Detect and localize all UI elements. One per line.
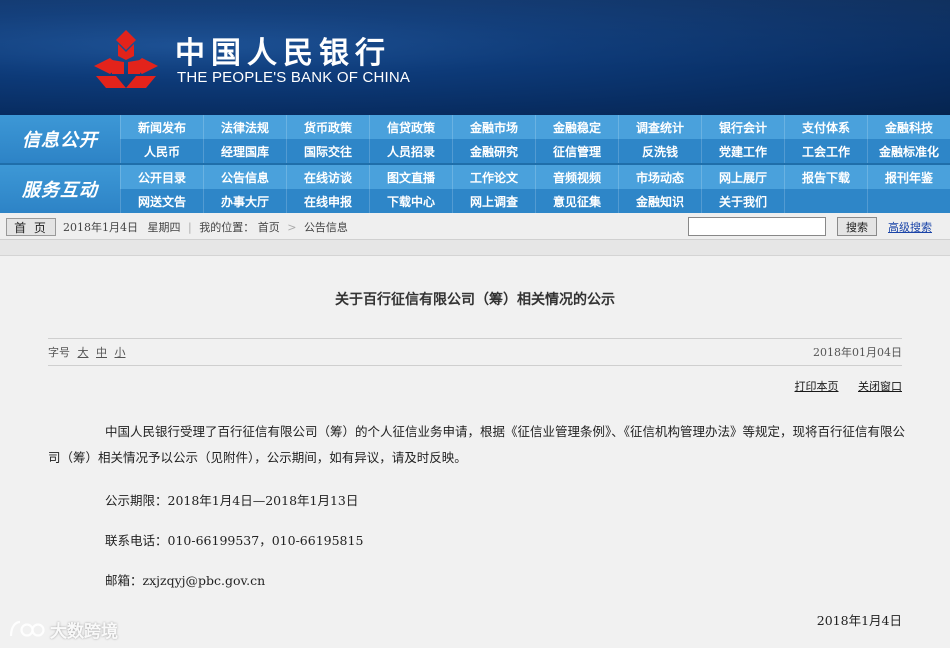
nav-section-title-service[interactable]: 服务互动 [0,165,120,213]
weekday-value: 星期四 [147,221,181,234]
breadcrumb: | 我的位置： 首页 > 公告信息 [188,219,348,235]
current-date: 2018年1月4日 星期四 [63,219,181,235]
nav-grid-info: 新闻发布 法律法规 货币政策 信贷政策 金融市场 金融稳定 调查统计 银行会计 支付体系 金融科技… [120,115,950,163]
nav-service-item-7[interactable]: 网上展厅 [701,165,784,189]
nav-service-item-18 [784,189,867,213]
nav-info-item-5[interactable]: 金融稳定 [535,115,618,139]
breadcrumb-divider: | [188,221,192,234]
nav-service-item-5[interactable]: 音频视频 [535,165,618,189]
divider-top [48,338,902,339]
nav-info-item-4[interactable]: 金融市场 [452,115,535,139]
nav-service-item-12[interactable]: 在线申报 [286,189,369,213]
nav-service-item-1[interactable]: 公告信息 [203,165,286,189]
nav-info-item-12[interactable]: 国际交往 [286,139,369,163]
article-paragraph: 中国人民银行受理了百行征信有限公司（筹）的个人征信业务申请，根据《征信业管理条例… [48,424,906,465]
nav-info-item-15[interactable]: 征信管理 [535,139,618,163]
breadcrumb-current[interactable]: 公告信息 [304,221,348,234]
brand-logo-icon [9,620,45,637]
signature-date: 2018年1月4日 [816,613,902,628]
article-actions: 打印本页 关闭窗口 [779,378,903,394]
close-window-link[interactable]: 关闭窗口 [858,380,902,393]
nav-service-item-16[interactable]: 金融知识 [618,189,701,213]
nav-grid-service: 公开目录 公告信息 在线访谈 图文直播 工作论文 音频视频 市场动态 网上展厅 报告下载 报刊年鉴… [120,165,950,213]
search-input[interactable] [688,217,826,236]
advanced-search-link[interactable]: 高级搜索 [888,219,932,235]
font-size-small[interactable]: 小 [115,346,126,359]
nav-service-item-11[interactable]: 办事大厅 [203,189,286,213]
date-value: 2018年1月4日 [63,221,138,234]
nav-service-item-14[interactable]: 网上调查 [452,189,535,213]
nav-info-item-9[interactable]: 金融科技 [867,115,950,139]
contact-email: 邮箱：zxjzqyj@pbc.gov.cn [105,573,266,588]
nav-info-item-17[interactable]: 党建工作 [701,139,784,163]
nav-info-item-2[interactable]: 货币政策 [286,115,369,139]
nav-service-item-6[interactable]: 市场动态 [618,165,701,189]
watermark-text: 大数跨境 [50,621,118,642]
nav-info-item-13[interactable]: 人员招录 [369,139,452,163]
nav-info-item-11[interactable]: 经理国库 [203,139,286,163]
nav-info-item-0[interactable]: 新闻发布 [120,115,203,139]
divider-bottom [48,365,902,366]
site-header: 中国人民银行 THE PEOPLE'S BANK OF CHINA [0,0,950,115]
breadcrumb-separator: > [287,221,297,234]
nav-info-item-7[interactable]: 银行会计 [701,115,784,139]
font-size-medium[interactable]: 中 [96,346,107,359]
nav-info-item-18[interactable]: 工会工作 [784,139,867,163]
brand-name-chinese: 中国人民银行 [175,36,391,71]
nav-service-item-8[interactable]: 报告下载 [784,165,867,189]
article-meta: 字号 大 中 小 2018年01月04日 [48,344,902,360]
publish-date: 2018年01月04日 [813,346,902,359]
nav-service-item-13[interactable]: 下载中心 [369,189,452,213]
nav-section-title-info[interactable]: 信息公开 [0,115,120,163]
page-title: 关于百行征信有限公司（筹）相关情况的公示 [335,292,615,308]
nav-service-item-0[interactable]: 公开目录 [120,165,203,189]
font-size-control: 字号 大 中 小 [48,344,126,360]
nav-info-item-3[interactable]: 信贷政策 [369,115,452,139]
nav-info-item-16[interactable]: 反洗钱 [618,139,701,163]
nav-info-item-19[interactable]: 金融标准化 [867,139,950,163]
article-content: 关于百行征信有限公司（筹）相关情况的公示 字号 大 中 小 2018年01月04… [0,255,950,648]
brand-name-english: THE PEOPLE'S BANK OF CHINA [177,69,411,86]
print-page-link[interactable]: 打印本页 [795,380,839,393]
main-navigation: 信息公开 新闻发布 法律法规 货币政策 信贷政策 金融市场 金融稳定 调查统计 银行会计 支付体… [0,115,950,213]
breadcrumb-home[interactable]: 首页 [258,221,280,234]
pboc-logo-icon[interactable] [90,30,162,92]
location-label: 我的位置： [199,221,255,234]
home-button[interactable]: 首 页 [6,218,56,236]
nav-section-info: 信息公开 新闻发布 法律法规 货币政策 信贷政策 金融市场 金融稳定 调查统计 银行会计 支付体… [0,115,950,163]
nav-info-item-14[interactable]: 金融研究 [452,139,535,163]
search-button[interactable]: 搜索 [837,217,877,236]
nav-info-item-1[interactable]: 法律法规 [203,115,286,139]
font-size-label: 字号 [48,346,70,359]
nav-service-item-2[interactable]: 在线访谈 [286,165,369,189]
nav-service-item-4[interactable]: 工作论文 [452,165,535,189]
nav-service-item-3[interactable]: 图文直播 [369,165,452,189]
nav-service-item-9[interactable]: 报刊年鉴 [867,165,950,189]
notice-period: 公示期限：2018年1月4日—2018年1月13日 [105,493,359,508]
nav-service-item-10[interactable]: 网送文告 [120,189,203,213]
nav-info-item-6[interactable]: 调查统计 [618,115,701,139]
contact-phone: 联系电话：010-66199537，010-66195815 [105,533,364,548]
nav-service-item-19 [867,189,950,213]
nav-info-item-8[interactable]: 支付体系 [784,115,867,139]
toolbar: 首 页 2018年1月4日 星期四 | 我的位置： 首页 > 公告信息 搜索 高… [0,213,950,240]
watermark: 大数跨境 [8,618,118,642]
nav-info-item-10[interactable]: 人民币 [120,139,203,163]
nav-service-item-17[interactable]: 关于我们 [701,189,784,213]
nav-section-service: 服务互动 公开目录 公告信息 在线访谈 图文直播 工作论文 音频视频 市场动态 网上展厅 报告下… [0,165,950,213]
nav-service-item-15[interactable]: 意见征集 [535,189,618,213]
font-size-large[interactable]: 大 [78,346,89,359]
